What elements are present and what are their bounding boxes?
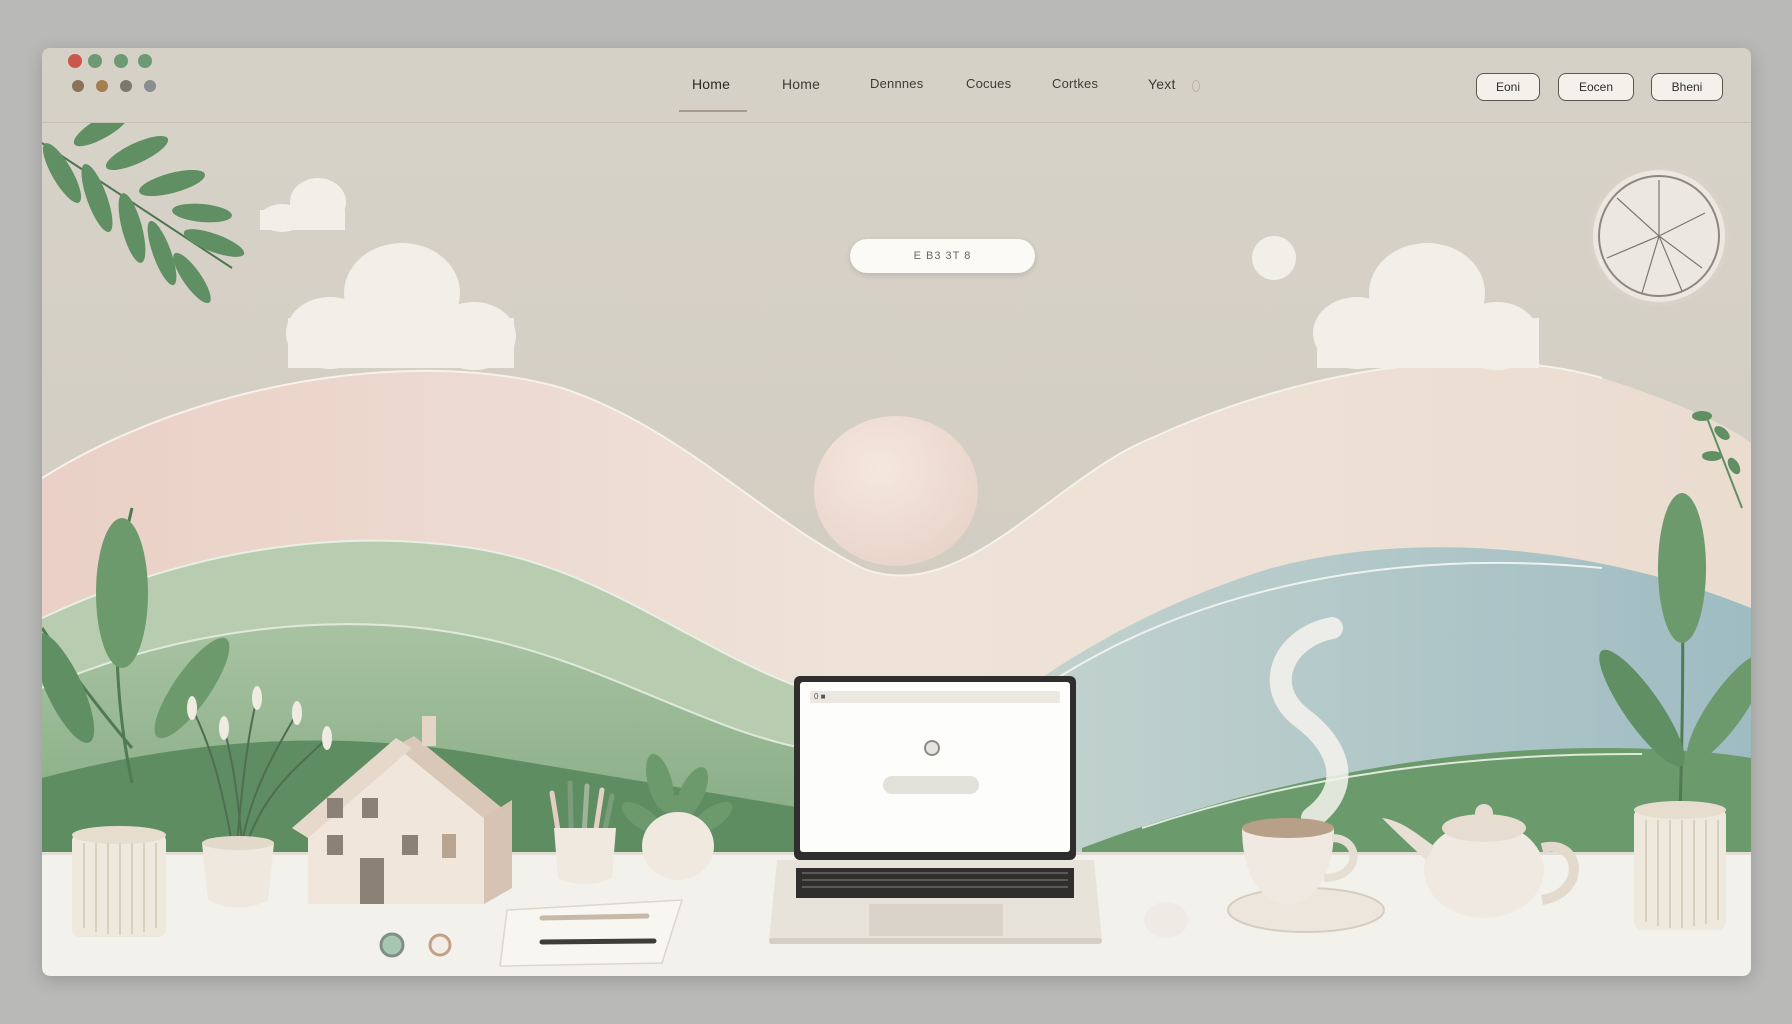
- toggle-circle-icon[interactable]: [924, 740, 940, 756]
- laptop-screen: 0 ■: [800, 682, 1070, 852]
- minimize-window-button[interactable]: [88, 54, 102, 68]
- nav-cocues[interactable]: Cocues: [966, 76, 1011, 91]
- color-swatch-icon: [72, 80, 84, 92]
- extra-window-button[interactable]: [138, 54, 152, 68]
- browser-window: Home Home Dennnes Cocues Cortkes Yext Eo…: [42, 48, 1751, 976]
- nav-home-active[interactable]: Home: [692, 76, 730, 92]
- color-swatch-icon: [96, 80, 108, 92]
- active-tab-indicator: [679, 110, 747, 112]
- small-circle-icon: [1192, 80, 1200, 92]
- hero-search-pill[interactable]: E B3 3T 8: [850, 239, 1035, 273]
- toolbar-button-eocen[interactable]: Eocen: [1558, 73, 1634, 101]
- color-swatch-icon: [120, 80, 132, 92]
- top-navigation-bar: Home Home Dennnes Cocues Cortkes Yext Eo…: [42, 48, 1751, 123]
- toolbar-button-bheni[interactable]: Bheni: [1651, 73, 1723, 101]
- color-swatch-icon: [144, 80, 156, 92]
- nav-home[interactable]: Home: [782, 76, 820, 92]
- nav-dennnes[interactable]: Dennnes: [870, 76, 923, 91]
- laptop-input-bar[interactable]: [883, 776, 979, 794]
- nav-cortkes[interactable]: Cortkes: [1052, 76, 1098, 91]
- close-window-button[interactable]: [68, 54, 82, 68]
- wall-clock-icon: [1589, 166, 1729, 306]
- maximize-window-button[interactable]: [114, 54, 128, 68]
- laptop-browser-tab[interactable]: 0 ■: [810, 691, 1060, 703]
- nav-yext[interactable]: Yext: [1148, 76, 1176, 92]
- toolbar-button-eoni[interactable]: Eoni: [1476, 73, 1540, 101]
